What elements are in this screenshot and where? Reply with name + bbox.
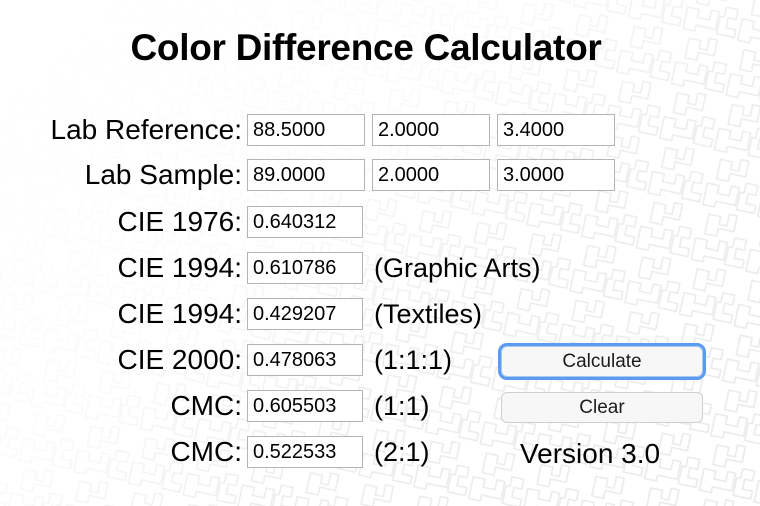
result-note: (1:1) <box>374 391 430 421</box>
result-value-cmc-2-1[interactable] <box>247 436 363 468</box>
result-row-cie2000: CIE 2000: (1:1:1) <box>0 343 452 377</box>
lab-sample-l-input[interactable] <box>247 159 365 191</box>
result-row-cmc-2-1: CMC: (2:1) <box>0 435 430 469</box>
result-value-cmc-1-1[interactable] <box>247 390 363 422</box>
result-label: CMC: <box>170 436 242 467</box>
lab-reference-row: Lab Reference: <box>0 113 622 147</box>
result-label: CIE 2000: <box>117 344 242 375</box>
result-value-cie1994-graphic-arts[interactable] <box>247 252 363 284</box>
lab-sample-a-input[interactable] <box>372 159 490 191</box>
version-label: Version 3.0 <box>520 438 661 469</box>
color-difference-calculator-window: Color Difference Calculator Lab Referenc… <box>0 0 760 506</box>
lab-reference-b-input[interactable] <box>497 114 615 146</box>
content-layer: Color Difference Calculator Lab Referenc… <box>0 0 760 506</box>
clear-button[interactable]: Clear <box>501 392 703 423</box>
result-row-cie1976: CIE 1976: <box>0 205 374 239</box>
result-row-cmc-1-1: CMC: (1:1) <box>0 389 430 423</box>
lab-reference-label: Lab Reference: <box>50 114 242 145</box>
result-label: CMC: <box>170 390 242 421</box>
calculate-button[interactable]: Calculate <box>501 346 703 377</box>
result-value-cie2000[interactable] <box>247 344 363 376</box>
page-title: Color Difference Calculator <box>130 27 602 68</box>
result-row-cie1994-graphic-arts: CIE 1994: (Graphic Arts) <box>0 251 541 285</box>
lab-reference-l-input[interactable] <box>247 114 365 146</box>
lab-sample-label: Lab Sample: <box>84 159 242 190</box>
result-value-cie1994-textiles[interactable] <box>247 298 363 330</box>
result-label: CIE 1994: <box>117 252 242 283</box>
result-label: CIE 1994: <box>117 298 242 329</box>
lab-sample-row: Lab Sample: <box>0 158 622 192</box>
result-row-cie1994-textiles: CIE 1994: (Textiles) <box>0 297 482 331</box>
lab-reference-a-input[interactable] <box>372 114 490 146</box>
result-note: (1:1:1) <box>374 345 453 375</box>
result-label: CIE 1976: <box>117 206 242 237</box>
result-note: (Graphic Arts) <box>374 253 541 283</box>
lab-sample-b-input[interactable] <box>497 159 615 191</box>
result-note: (Textiles) <box>374 299 483 329</box>
result-value-cie1976[interactable] <box>247 206 363 238</box>
result-note: (2:1) <box>374 437 430 467</box>
